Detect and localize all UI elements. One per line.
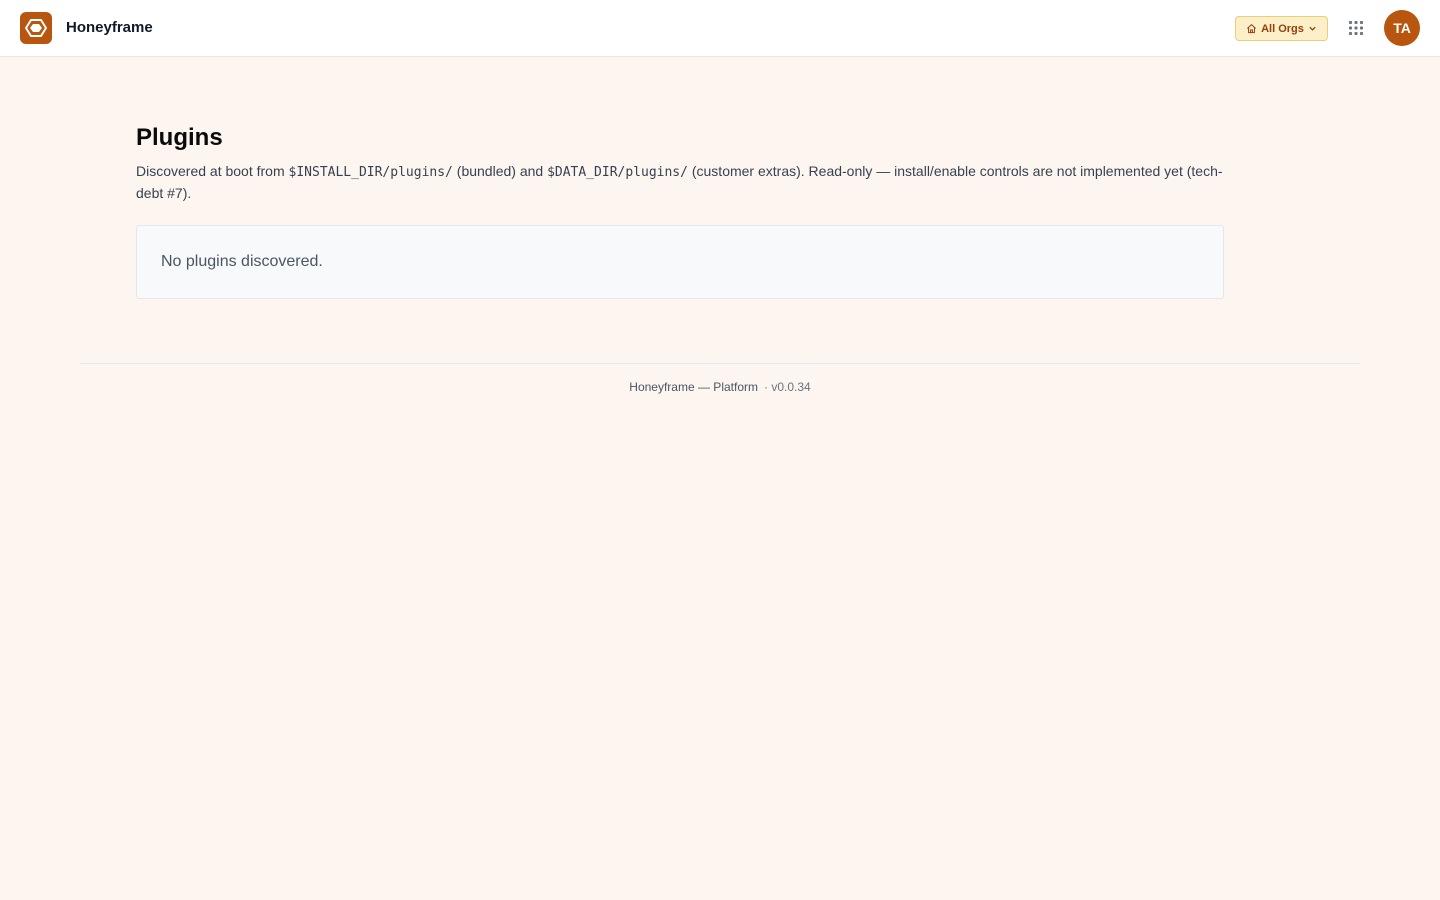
footer-divider [80, 363, 1360, 364]
avatar-initials: TA [1393, 20, 1411, 36]
footer-version: · v0.0.34 [764, 380, 811, 394]
org-switcher-label: All Orgs [1261, 22, 1304, 35]
top-bar: Honeyframe All Orgs TA [0, 0, 1440, 57]
plugins-empty-state: No plugins discovered. [136, 225, 1224, 299]
chevron-down-icon [1308, 24, 1317, 33]
org-switcher-button[interactable]: All Orgs [1235, 16, 1328, 41]
page-description: Discovered at boot from $INSTALL_DIR/plu… [136, 161, 1226, 203]
description-text-1: Discovered at boot from [136, 163, 289, 179]
brand-name[interactable]: Honeyframe [66, 19, 153, 36]
data-dir-path: $DATA_DIR/plugins/ [547, 165, 688, 180]
footer: Honeyframe — Platform · v0.0.34 [0, 380, 1440, 394]
hexagon-logo-icon[interactable] [20, 12, 52, 44]
page-title: Plugins [136, 124, 223, 151]
grid-dots-icon[interactable] [1344, 16, 1368, 40]
user-avatar[interactable]: TA [1384, 10, 1420, 46]
install-dir-path: $INSTALL_DIR/plugins/ [288, 165, 453, 180]
building-icon [1246, 23, 1257, 34]
description-text-2: (bundled) and [452, 163, 548, 179]
footer-product: Honeyframe — Platform [629, 380, 758, 394]
empty-state-message: No plugins discovered. [161, 253, 323, 270]
